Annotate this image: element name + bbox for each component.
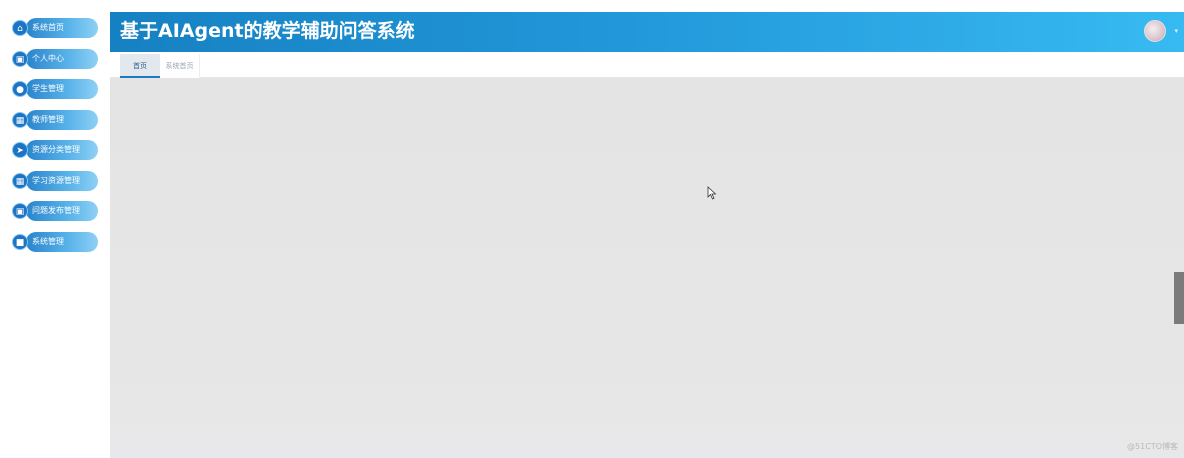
square-icon: ■ <box>12 234 28 250</box>
send-icon: ➤ <box>12 142 28 158</box>
sidebar-item-resource-category-management[interactable]: ➤ 资源分类管理 <box>12 139 102 161</box>
avatar[interactable] <box>1144 20 1166 42</box>
user-card-icon: ▣ <box>12 51 28 67</box>
sidebar-item-question-publish-management[interactable]: ▣ 问题发布管理 <box>12 200 102 222</box>
sidebar-item-student-management[interactable]: ● 学生管理 <box>12 78 102 100</box>
clipboard-icon: ▣ <box>12 203 28 219</box>
sidebar-item-label: 系统管理 <box>26 232 98 252</box>
sidebar-item-label: 资源分类管理 <box>26 140 98 160</box>
sidebar-item-system-home[interactable]: ⌂ 系统首页 <box>12 17 102 39</box>
sidebar-item-label: 问题发布管理 <box>26 201 98 221</box>
home-icon: ⌂ <box>12 20 28 36</box>
sidebar-item-label: 教师管理 <box>26 110 98 130</box>
tab-bar: 首页 系统首页 <box>110 52 1184 78</box>
main-content: @51CTO博客 <box>110 78 1184 458</box>
page-title: 基于AIAgent的教学辅助问答系统 <box>120 20 415 42</box>
sidebar-item-teacher-management[interactable]: ▦ 教师管理 <box>12 109 102 131</box>
person-icon: ● <box>12 81 28 97</box>
sidebar-item-learning-resource-management[interactable]: ▦ 学习资源管理 <box>12 170 102 192</box>
sidebar-item-label: 系统首页 <box>26 18 98 38</box>
watermark: @51CTO博客 <box>1127 442 1178 451</box>
sidebar-item-label: 个人中心 <box>26 49 98 69</box>
sidebar-item-system-management[interactable]: ■ 系统管理 <box>12 231 102 253</box>
sidebar: ⌂ 系统首页 ▣ 个人中心 ● 学生管理 ▦ 教师管理 ➤ 资源分类管理 ▦ 学… <box>0 0 110 458</box>
tab-home[interactable]: 首页 <box>120 54 160 78</box>
sidebar-item-personal-center[interactable]: ▣ 个人中心 <box>12 48 102 70</box>
sidebar-item-label: 学生管理 <box>26 79 98 99</box>
tab-system-home[interactable]: 系统首页 <box>160 54 200 78</box>
grid-icon: ▦ <box>12 112 28 128</box>
chevron-down-icon[interactable]: ▾ <box>1174 27 1178 35</box>
app-header: 基于AIAgent的教学辅助问答系统 ▾ <box>110 12 1184 52</box>
grid-icon: ▦ <box>12 173 28 189</box>
scrollbar-thumb[interactable] <box>1174 272 1184 324</box>
mouse-cursor-icon <box>707 186 717 200</box>
sidebar-item-label: 学习资源管理 <box>26 171 98 191</box>
